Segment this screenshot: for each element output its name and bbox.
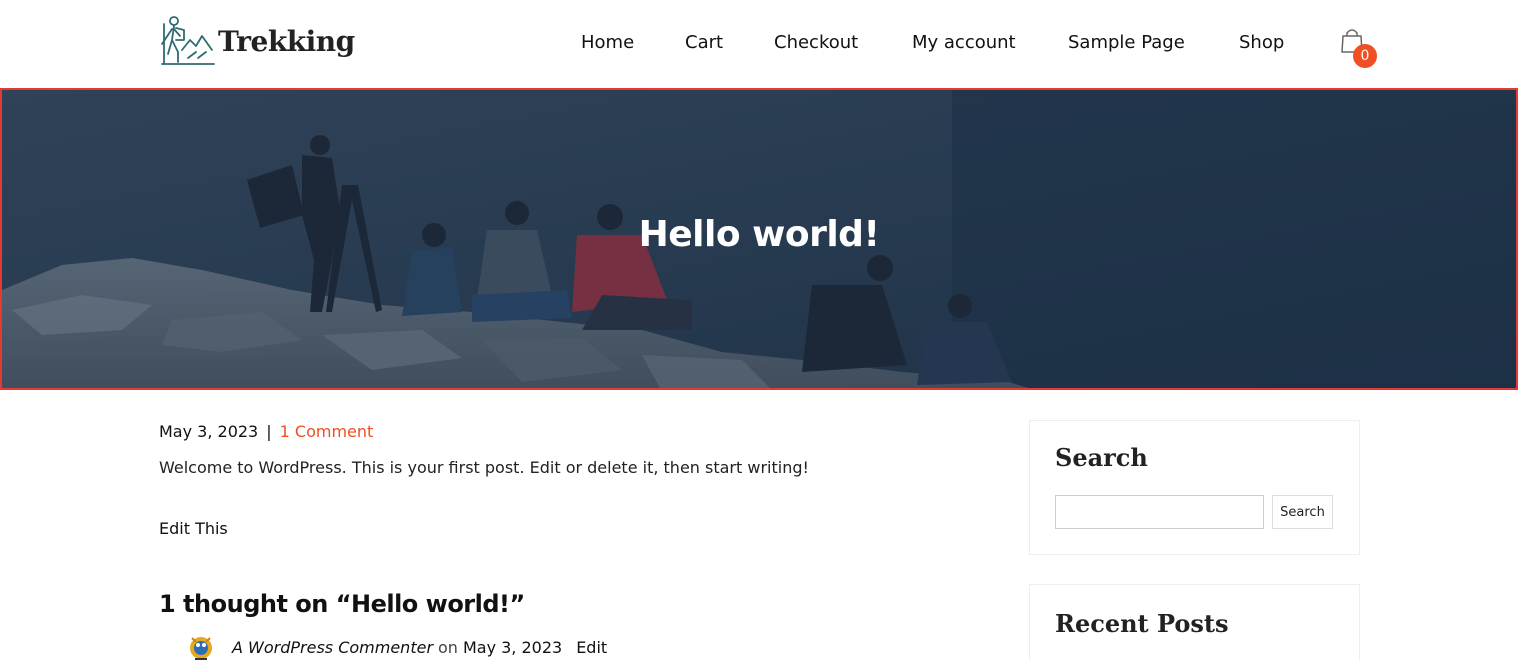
nav-item-my-account[interactable]: My account: [912, 32, 1016, 53]
recent-posts-widget: Recent Posts: [1029, 584, 1360, 660]
recent-posts-title: Recent Posts: [1055, 609, 1229, 638]
comment-author[interactable]: A WordPress Commenter: [232, 638, 433, 657]
comment-item: A WordPress Commenter on May 3, 2023 Edi…: [186, 632, 607, 660]
site-logo[interactable]: Trekking: [158, 14, 355, 68]
hiker-mountain-icon: [161, 16, 215, 65]
site-title: Trekking: [218, 24, 355, 58]
nav-item-checkout[interactable]: Checkout: [774, 32, 858, 53]
comment-edit-link[interactable]: Edit: [576, 638, 607, 657]
site-header: Trekking Home Cart Checkout My account S…: [0, 0, 1518, 88]
search-button[interactable]: Search: [1272, 495, 1333, 529]
post-meta: May 3, 2023 | 1 Comment: [159, 422, 373, 441]
hero-banner: Hello world!: [0, 88, 1518, 390]
search-widget-title: Search: [1055, 443, 1148, 472]
search-input[interactable]: [1055, 495, 1264, 529]
comment-date[interactable]: May 3, 2023: [463, 638, 562, 657]
post-content: Welcome to WordPress. This is your first…: [159, 458, 809, 477]
comments-link[interactable]: 1 Comment: [280, 422, 374, 441]
post-date: May 3, 2023: [159, 422, 259, 441]
wapuu-avatar-icon: [190, 637, 212, 660]
page-title: Hello world!: [638, 214, 880, 255]
cart-button[interactable]: 0: [1340, 28, 1380, 68]
nav-item-cart[interactable]: Cart: [685, 32, 723, 53]
nav-item-shop[interactable]: Shop: [1239, 32, 1284, 53]
cart-count-badge: 0: [1353, 44, 1377, 68]
comment-on-label: on: [438, 637, 458, 657]
meta-separator: |: [266, 422, 272, 441]
edit-post-link[interactable]: Edit This: [159, 519, 228, 538]
search-widget: Search Search: [1029, 420, 1360, 555]
comments-title: 1 thought on “Hello world!”: [159, 590, 525, 618]
nav-item-home[interactable]: Home: [581, 32, 634, 53]
nav-item-sample-page[interactable]: Sample Page: [1068, 32, 1185, 53]
